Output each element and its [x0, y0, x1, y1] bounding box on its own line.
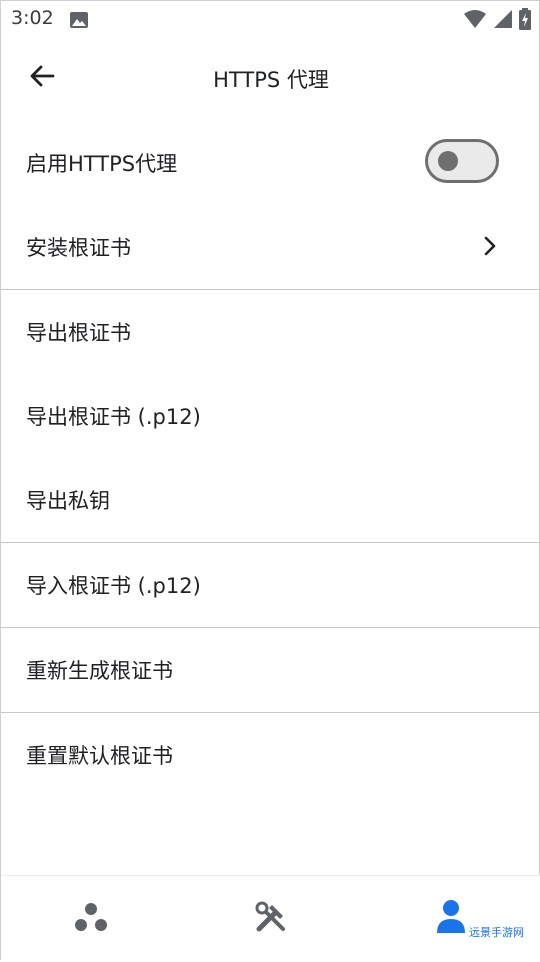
toggle-knob [438, 151, 458, 171]
wifi-icon [463, 9, 487, 33]
enable-https-proxy-row[interactable]: 启用HTTPS代理 [1, 121, 540, 205]
export-root-cert-p12-row[interactable]: 导出根证书 (.p12) [1, 374, 540, 458]
import-root-cert-p12-label: 导入根证书 (.p12) [26, 574, 201, 598]
tools-icon [253, 899, 289, 939]
status-bar: 3:02 [1, 1, 540, 37]
reset-default-root-cert-label: 重置默认根证书 [26, 744, 173, 768]
enable-https-proxy-label: 启用HTTPS代理 [26, 152, 178, 176]
gallery-icon [69, 11, 89, 33]
nav-item-tools[interactable] [181, 876, 361, 962]
page-title: HTTPS 代理 [213, 68, 329, 92]
chevron-right-icon [483, 235, 497, 261]
watermark: 远景手游网 [469, 926, 524, 939]
regenerate-root-cert-label: 重新生成根证书 [26, 659, 173, 683]
battery-charging-icon [519, 8, 531, 34]
app-bar: HTTPS 代理 [1, 37, 540, 121]
nav-item-nodes[interactable] [1, 876, 181, 962]
export-root-cert-label: 导出根证书 [26, 321, 131, 345]
import-root-cert-p12-row[interactable]: 导入根证书 (.p12) [1, 543, 540, 627]
nav-item-profile[interactable] [361, 876, 540, 962]
install-root-cert-row[interactable]: 安装根证书 [1, 205, 540, 289]
install-root-cert-label: 安装根证书 [26, 236, 131, 260]
https-proxy-toggle[interactable] [425, 139, 499, 183]
bottom-nav [1, 875, 540, 962]
status-time: 3:02 [11, 7, 54, 29]
settings-list: 启用HTTPS代理 安装根证书 导出根证书 导出根证书 (.p12) 导出私钥 … [1, 121, 540, 797]
signal-icon [493, 9, 513, 33]
regenerate-root-cert-row[interactable]: 重新生成根证书 [1, 628, 540, 712]
person-icon [434, 899, 468, 939]
export-root-cert-p12-label: 导出根证书 (.p12) [26, 405, 201, 429]
export-private-key-label: 导出私钥 [26, 489, 110, 513]
status-icons [463, 8, 531, 34]
export-root-cert-row[interactable]: 导出根证书 [1, 290, 540, 374]
export-private-key-row[interactable]: 导出私钥 [1, 458, 540, 542]
nodes-icon [73, 901, 109, 937]
reset-default-root-cert-row[interactable]: 重置默认根证书 [1, 713, 540, 797]
